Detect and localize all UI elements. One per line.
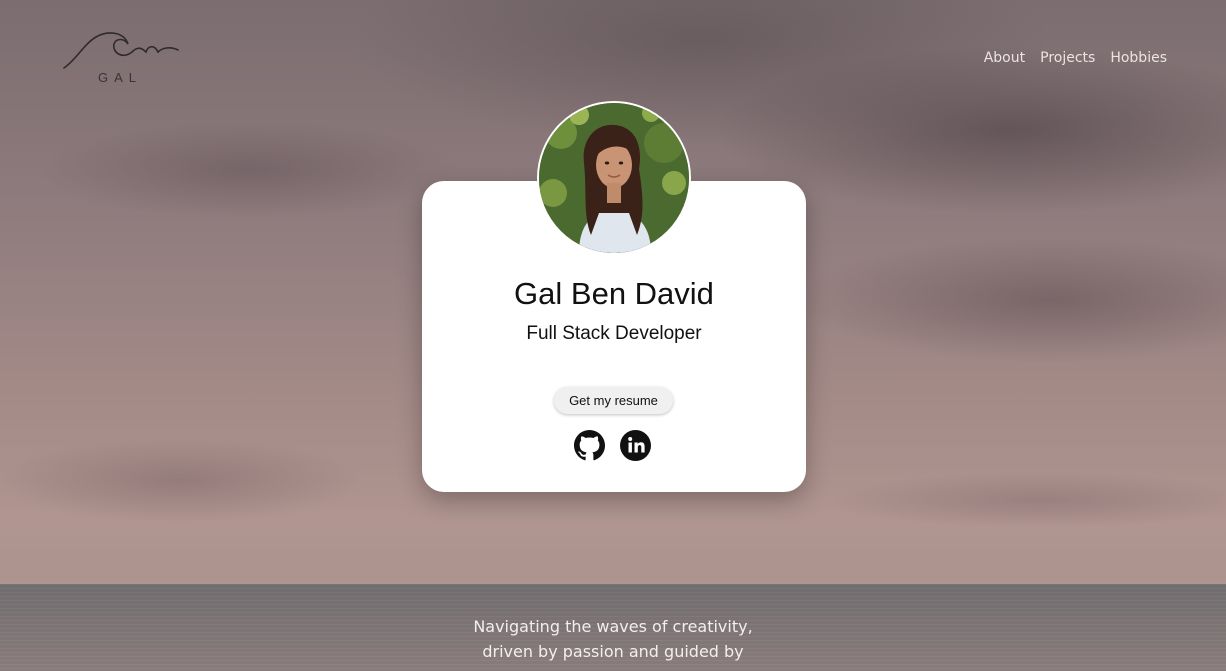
profile-photo-icon xyxy=(539,103,689,253)
nav-hobbies[interactable]: Hobbies xyxy=(1110,50,1167,66)
get-resume-button[interactable]: Get my resume xyxy=(554,387,673,414)
github-link[interactable] xyxy=(574,430,605,461)
tagline: Navigating the waves of creativity, driv… xyxy=(363,614,863,664)
linkedin-link[interactable] xyxy=(620,430,651,461)
logo-text: GAL xyxy=(98,70,143,85)
tagline-line-2: driven by passion and guided by xyxy=(482,642,744,661)
main-nav: About Projects Hobbies xyxy=(984,50,1167,66)
github-icon xyxy=(574,430,605,461)
nav-projects[interactable]: Projects xyxy=(1040,50,1095,66)
site-logo[interactable]: GAL xyxy=(62,30,182,88)
linkedin-icon xyxy=(620,430,651,461)
avatar xyxy=(537,101,691,255)
tagline-line-1: Navigating the waves of creativity, xyxy=(473,617,753,636)
profile-name: Gal Ben David xyxy=(514,276,714,311)
nav-about[interactable]: About xyxy=(984,50,1025,66)
profile-role: Full Stack Developer xyxy=(526,323,702,344)
wave-logo-icon xyxy=(63,32,179,69)
